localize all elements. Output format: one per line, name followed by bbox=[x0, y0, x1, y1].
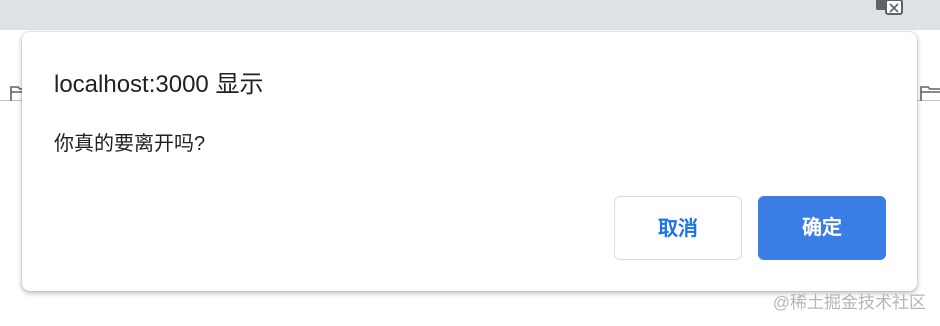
translate-icon[interactable] bbox=[876, 0, 904, 16]
cancel-button[interactable]: 取消 bbox=[614, 196, 742, 260]
dialog-title: localhost:3000 显示 bbox=[54, 71, 264, 98]
ok-button[interactable]: 确定 bbox=[758, 196, 886, 260]
watermark: @稀土掘金技术社区 bbox=[772, 293, 926, 312]
browser-tab-strip bbox=[0, 0, 940, 30]
alert-dialog: localhost:3000 显示 你真的要离开吗? 取消 确定 bbox=[22, 32, 917, 291]
dialog-message: 你真的要离开吗? bbox=[54, 133, 206, 155]
